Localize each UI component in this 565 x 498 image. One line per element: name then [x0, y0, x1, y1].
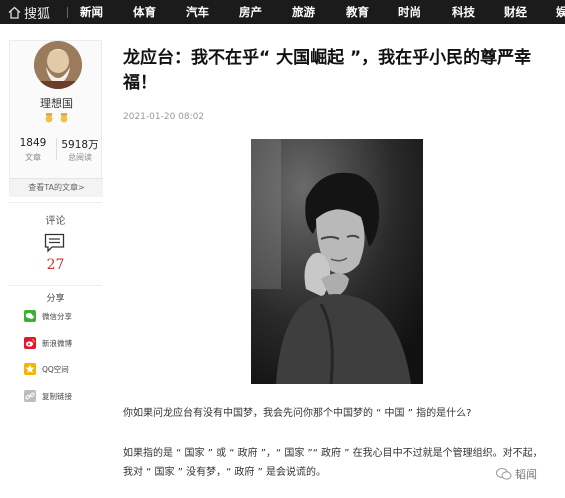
- divider: [9, 285, 102, 286]
- share-weibo-button[interactable]: 新浪微博: [24, 336, 72, 350]
- nav-divider: [67, 7, 68, 18]
- nav-item-entertainment[interactable]: 娱: [556, 0, 565, 24]
- nav-item-auto[interactable]: 汽车: [186, 0, 209, 24]
- copy-link-label: 复制链接: [42, 391, 72, 401]
- divider: [9, 202, 102, 203]
- nav-item-travel[interactable]: 旅游: [292, 0, 315, 24]
- home-icon: [8, 6, 21, 19]
- avatar[interactable]: [34, 41, 82, 89]
- medal-icon: [60, 113, 68, 123]
- author-name[interactable]: 理想国: [10, 95, 103, 111]
- sohu-logo[interactable]: 搜狐: [8, 3, 51, 22]
- wechat-icon: [24, 310, 36, 322]
- views-count: 5918万: [61, 139, 99, 151]
- article-photo: [251, 139, 423, 384]
- comment-count[interactable]: 27: [9, 257, 102, 273]
- copy-link-button[interactable]: 复制链接: [24, 389, 72, 403]
- watermark: 韬闻: [496, 466, 537, 482]
- publish-date: 2021-01-20 08:02: [123, 112, 205, 122]
- share-qzone-button[interactable]: QQ空间: [24, 362, 69, 376]
- articles-label: 文章: [25, 153, 41, 162]
- view-articles-link[interactable]: 查看TA的文章>: [10, 178, 103, 197]
- qzone-icon: [24, 363, 36, 375]
- wechat-icon: [496, 468, 512, 480]
- article-title: 龙应台：我不在乎“ 大国崛起 ”，我在乎小民的尊严幸福！: [123, 48, 532, 93]
- author-card: 理想国 1849 文章 5918万 总阅读 查看TA的文章>: [9, 40, 103, 197]
- article-paragraph: 如果指的是 “ 国家 ” 或 “ 政府 ”，“ 国家 ”“ 政府 ” 在我心目中…: [123, 448, 543, 459]
- medal-icon: [45, 113, 53, 123]
- watermark-text: 韬闻: [515, 468, 537, 481]
- nav-item-finance[interactable]: 财经: [504, 0, 527, 24]
- nav-item-news[interactable]: 新闻: [80, 0, 103, 24]
- comment-label: 评论: [45, 216, 66, 227]
- comment-icon[interactable]: [44, 233, 65, 253]
- nav-item-education[interactable]: 教育: [346, 0, 369, 24]
- share-label: 分享: [46, 294, 65, 304]
- share-qzone-label: QQ空间: [42, 364, 69, 374]
- share-weibo-label: 新浪微博: [42, 338, 72, 348]
- nav-item-sports[interactable]: 体育: [133, 0, 156, 24]
- nav-item-fashion[interactable]: 时尚: [398, 0, 421, 24]
- top-nav: 搜狐 新闻 体育 汽车 房产 旅游 教育 时尚 科技 财经 娱: [0, 0, 565, 24]
- logo-text: 搜狐: [24, 6, 51, 22]
- article-paragraph: 你如果问龙应台有没有中国梦，我会先问你那个中国梦的 “ 中国 ” 指的是什么?: [123, 408, 472, 419]
- link-icon: [24, 390, 36, 402]
- views-label: 总阅读: [68, 153, 92, 162]
- nav-item-house[interactable]: 房产: [239, 0, 262, 24]
- article-paragraph: 我对 “ 国家 ” 没有梦，“ 政府 ” 是会说谎的。: [123, 467, 326, 478]
- share-wechat-label: 微信分享: [42, 311, 72, 321]
- nav-item-tech[interactable]: 科技: [452, 0, 475, 24]
- weibo-icon: [24, 337, 36, 349]
- articles-count: 1849: [19, 137, 47, 149]
- share-wechat-button[interactable]: 微信分享: [24, 309, 72, 323]
